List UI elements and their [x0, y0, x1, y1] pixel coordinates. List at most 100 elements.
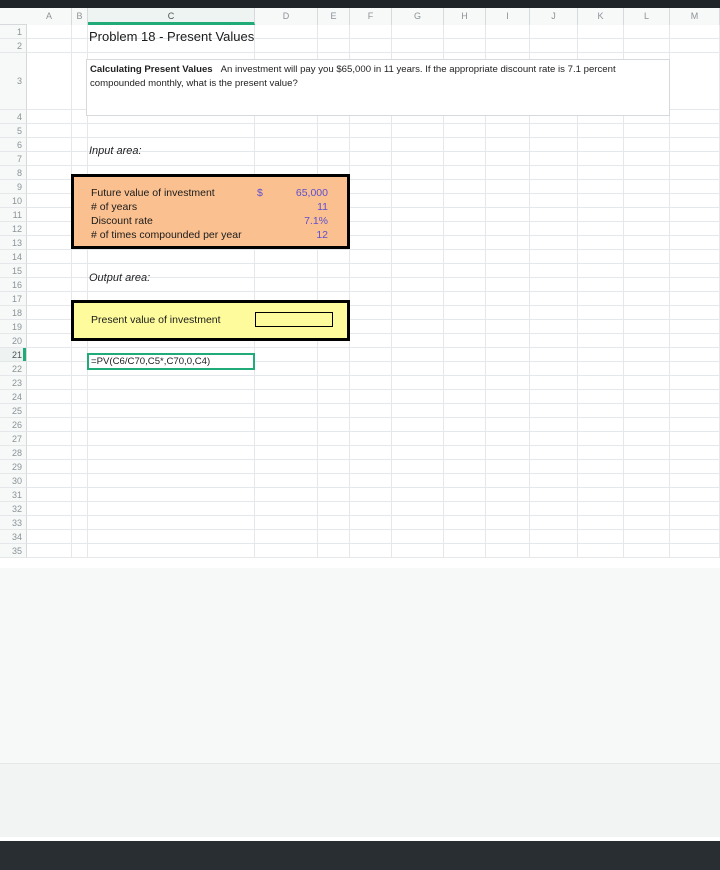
row-header-25[interactable]: 25: [0, 404, 27, 418]
grid-cell[interactable]: [578, 250, 624, 264]
grid-cell[interactable]: [27, 306, 72, 320]
grid-cell[interactable]: [350, 432, 392, 446]
grid-cell[interactable]: [670, 208, 720, 222]
grid-cell[interactable]: [444, 180, 486, 194]
grid-cell[interactable]: [624, 516, 670, 530]
grid-cell[interactable]: [624, 446, 670, 460]
grid-cell[interactable]: [670, 236, 720, 250]
row-header-34[interactable]: 34: [0, 530, 27, 544]
grid-cell[interactable]: [578, 166, 624, 180]
grid-cell[interactable]: [486, 278, 530, 292]
grid-cell[interactable]: [350, 530, 392, 544]
grid-cell[interactable]: [578, 404, 624, 418]
grid-cell[interactable]: [578, 544, 624, 558]
input-row-value[interactable]: 11: [250, 201, 328, 213]
row-header-27[interactable]: 27: [0, 432, 27, 446]
row-header-24[interactable]: 24: [0, 390, 27, 404]
grid-cell[interactable]: [72, 138, 88, 152]
grid-cell[interactable]: [670, 250, 720, 264]
grid-cell[interactable]: [318, 362, 350, 376]
grid-cell[interactable]: [624, 292, 670, 306]
grid-cell[interactable]: [392, 278, 444, 292]
grid-cell[interactable]: [350, 460, 392, 474]
grid-cell[interactable]: [444, 390, 486, 404]
grid-cell[interactable]: [72, 516, 88, 530]
grid-cell[interactable]: [350, 138, 392, 152]
grid-cell[interactable]: [444, 166, 486, 180]
grid-cell[interactable]: [350, 446, 392, 460]
grid-cell[interactable]: [444, 530, 486, 544]
grid-cell[interactable]: [27, 320, 72, 334]
grid-cell[interactable]: [444, 25, 486, 39]
grid-cell[interactable]: [530, 488, 578, 502]
grid-cell[interactable]: [578, 460, 624, 474]
grid-cell[interactable]: [444, 152, 486, 166]
grid-cell[interactable]: [392, 25, 444, 39]
grid-cell[interactable]: [318, 432, 350, 446]
grid-cell[interactable]: [530, 208, 578, 222]
grid-cell[interactable]: [530, 320, 578, 334]
grid-cell[interactable]: [27, 390, 72, 404]
grid-cell[interactable]: [27, 222, 72, 236]
spreadsheet-grid[interactable]: ABCDEFGHIJKLM 1 2 3 4 5 6 7 8 9 10 11 12 13 14 15 16 17 1…: [0, 8, 720, 568]
grid-cell[interactable]: [444, 488, 486, 502]
row-header-6[interactable]: 6: [0, 138, 27, 152]
grid-cell[interactable]: [27, 488, 72, 502]
row-header-4[interactable]: 4: [0, 110, 27, 124]
grid-cell[interactable]: [578, 39, 624, 53]
grid-cell[interactable]: [486, 236, 530, 250]
grid-cell[interactable]: [486, 166, 530, 180]
grid-cell[interactable]: [578, 376, 624, 390]
grid-cell[interactable]: [670, 334, 720, 348]
grid-cell[interactable]: [318, 530, 350, 544]
grid-cell[interactable]: [530, 152, 578, 166]
grid-cell[interactable]: [88, 516, 255, 530]
grid-cell[interactable]: [444, 250, 486, 264]
grid-cell[interactable]: [392, 376, 444, 390]
grid-cell[interactable]: [670, 390, 720, 404]
row-header-2[interactable]: 2: [0, 39, 27, 53]
grid-cell[interactable]: [72, 418, 88, 432]
grid-cell[interactable]: [72, 348, 88, 362]
grid-cell[interactable]: [530, 502, 578, 516]
grid-cell[interactable]: [392, 124, 444, 138]
grid-cell[interactable]: [88, 460, 255, 474]
row-header-7[interactable]: 7: [0, 152, 27, 166]
grid-cell[interactable]: [578, 488, 624, 502]
grid-cell[interactable]: [530, 25, 578, 39]
grid-cell[interactable]: [624, 222, 670, 236]
grid-cell[interactable]: [392, 530, 444, 544]
grid-cell[interactable]: [670, 39, 720, 53]
column-header-f[interactable]: F: [350, 8, 392, 25]
grid-cell[interactable]: [27, 236, 72, 250]
grid-cell[interactable]: [88, 544, 255, 558]
grid-cell[interactable]: [444, 460, 486, 474]
grid-cell[interactable]: [255, 250, 318, 264]
grid-cell[interactable]: [444, 208, 486, 222]
grid-cell[interactable]: [444, 446, 486, 460]
grid-cell[interactable]: [624, 348, 670, 362]
grid-cell[interactable]: [670, 488, 720, 502]
row-header-8[interactable]: 8: [0, 166, 27, 180]
grid-cell[interactable]: [486, 348, 530, 362]
grid-cell[interactable]: [530, 404, 578, 418]
grid-cell[interactable]: [670, 180, 720, 194]
grid-cell[interactable]: [530, 166, 578, 180]
grid-cell[interactable]: [530, 278, 578, 292]
grid-cell[interactable]: [88, 502, 255, 516]
grid-cell[interactable]: [444, 320, 486, 334]
grid-cell[interactable]: [624, 530, 670, 544]
grid-cell[interactable]: [392, 39, 444, 53]
grid-cell[interactable]: [670, 502, 720, 516]
row-header-32[interactable]: 32: [0, 502, 27, 516]
grid-cell[interactable]: [350, 334, 392, 348]
grid-cell[interactable]: [444, 334, 486, 348]
grid-cell[interactable]: [444, 306, 486, 320]
grid-cell[interactable]: [88, 390, 255, 404]
grid-cell[interactable]: [670, 292, 720, 306]
grid-cell[interactable]: [350, 376, 392, 390]
grid-cell[interactable]: [88, 446, 255, 460]
grid-cell[interactable]: [318, 152, 350, 166]
grid-cell[interactable]: [444, 544, 486, 558]
grid-cell[interactable]: [27, 278, 72, 292]
